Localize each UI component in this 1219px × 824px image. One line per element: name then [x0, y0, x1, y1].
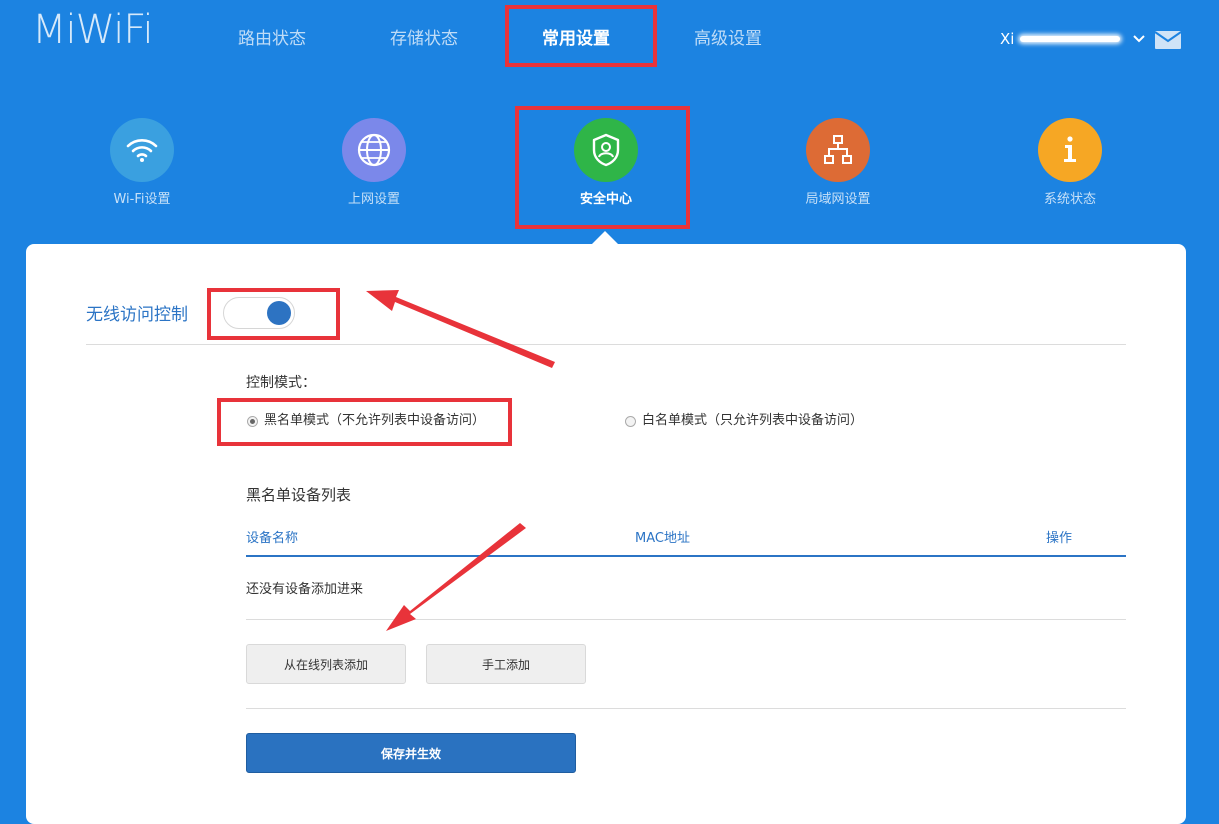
divider	[246, 619, 1126, 620]
category-label: 局域网设置	[805, 192, 871, 207]
user-menu[interactable]: Xi	[1000, 28, 1146, 50]
active-tab-caret	[592, 231, 618, 244]
user-name-redaction	[1020, 36, 1121, 42]
radio-unchecked[interactable]	[625, 415, 636, 427]
wireless-access-control-toggle[interactable]	[223, 297, 295, 329]
nav-common-settings[interactable]: 常用设置	[500, 27, 652, 51]
mail-icon[interactable]	[1155, 31, 1181, 49]
network-icon	[806, 118, 870, 182]
toggle-knob	[267, 301, 291, 325]
shield-icon	[574, 118, 638, 182]
category-system-status[interactable]: 系统状态	[1000, 118, 1140, 208]
divider	[86, 344, 1126, 345]
settings-panel	[26, 244, 1186, 824]
column-mac-address: MAC地址	[635, 531, 690, 546]
section-title: 无线访问控制	[86, 305, 188, 325]
blacklist-mode-option[interactable]: 黑名单模式（不允许列表中设备访问）	[247, 412, 485, 430]
globe-icon	[342, 118, 406, 182]
category-label: 上网设置	[347, 192, 400, 207]
category-label: 安全中心	[579, 192, 632, 207]
radio-checked[interactable]	[247, 415, 258, 427]
category-internet-settings[interactable]: 上网设置	[304, 118, 444, 208]
divider	[246, 708, 1126, 709]
category-label: Wi-Fi设置	[113, 192, 171, 207]
whitelist-mode-option[interactable]: 白名单模式（只允许列表中设备访问）	[625, 412, 863, 430]
manual-add-button[interactable]: 手工添加	[426, 644, 586, 684]
column-device-name: 设备名称	[246, 531, 299, 546]
blacklist-device-list-title: 黑名单设备列表	[246, 486, 352, 504]
nav-storage-status[interactable]: 存储状态	[348, 27, 500, 51]
column-actions: 操作	[1046, 531, 1073, 546]
add-from-online-list-button[interactable]: 从在线列表添加	[246, 644, 406, 684]
miwifi-logo: MiWiFi	[32, 7, 154, 53]
empty-list-message: 还没有设备添加进来	[246, 582, 364, 597]
category-security-center[interactable]: 安全中心	[536, 118, 676, 208]
nav-router-status[interactable]: 路由状态	[196, 27, 348, 51]
table-header-underline	[246, 555, 1126, 557]
category-wifi-settings[interactable]: Wi-Fi设置	[72, 118, 212, 208]
radio-label: 白名单模式（只允许列表中设备访问）	[642, 413, 864, 428]
control-mode-label: 控制模式：	[246, 375, 316, 391]
user-name: Xi	[1000, 30, 1015, 48]
radio-label: 黑名单模式（不允许列表中设备访问）	[264, 413, 486, 428]
wifi-icon	[110, 118, 174, 182]
category-lan-settings[interactable]: 局域网设置	[768, 118, 908, 208]
info-icon	[1038, 118, 1102, 182]
chevron-down-icon[interactable]	[1132, 34, 1146, 44]
save-and-apply-button[interactable]: 保存并生效	[246, 733, 576, 773]
nav-advanced-settings[interactable]: 高级设置	[652, 27, 804, 51]
category-label: 系统状态	[1043, 192, 1096, 207]
